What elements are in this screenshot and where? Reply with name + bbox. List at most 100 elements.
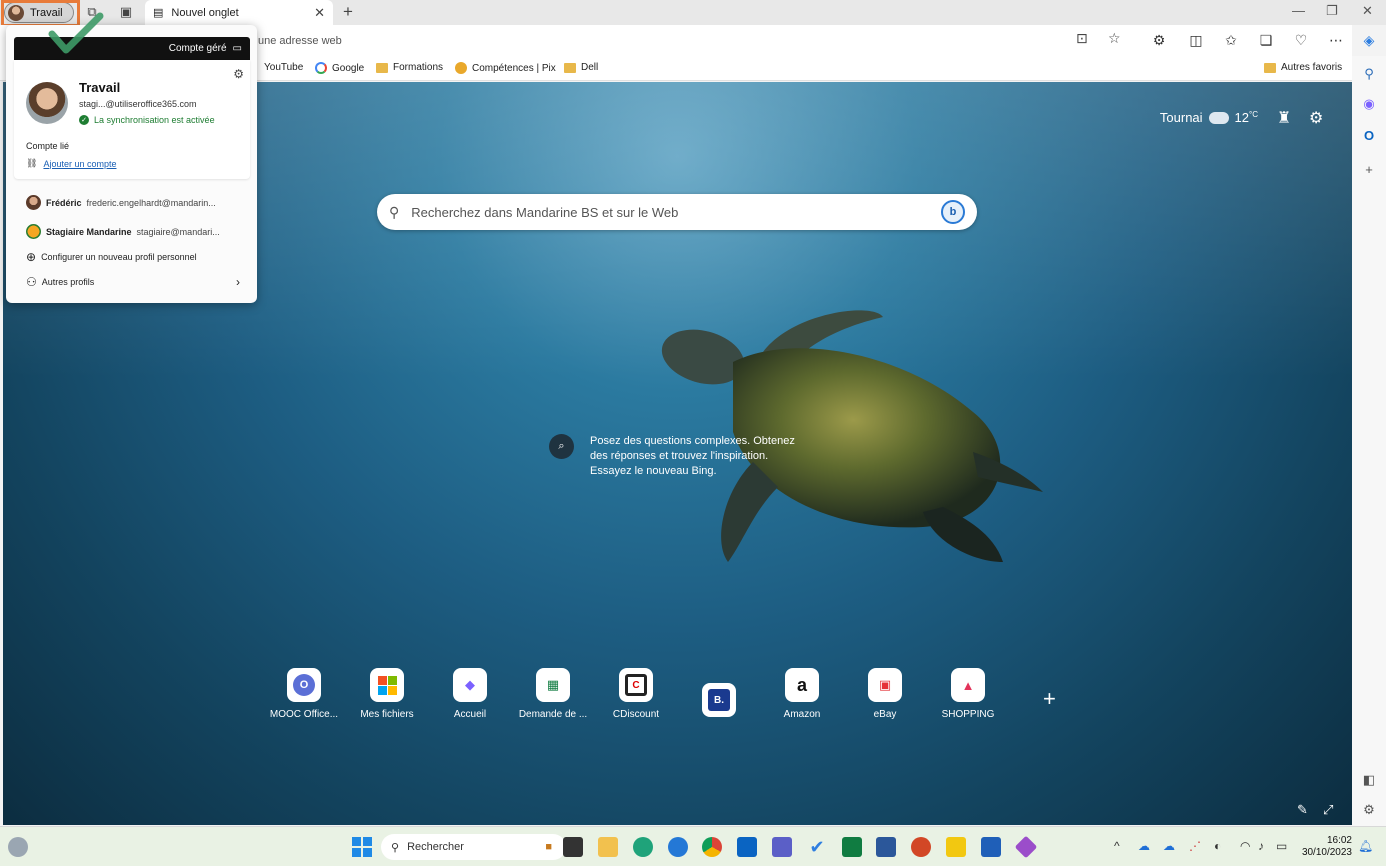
folder-icon [376, 62, 388, 73]
more-icon[interactable]: ⋯ [1327, 31, 1345, 49]
store-icon[interactable] [981, 837, 1001, 857]
favorite-google[interactable]: Google [315, 62, 364, 74]
quick-link-label: Mes fichiers [360, 709, 414, 720]
ebay-icon: ▣ [868, 668, 902, 702]
file-explorer-icon[interactable] [598, 837, 618, 857]
rewards-icon[interactable]: ♜ [1277, 108, 1291, 128]
bing-chat-icon[interactable]: b [941, 200, 965, 224]
taskbar-search-placeholder: Rechercher [407, 841, 464, 853]
quick-link-label: CDiscount [612, 709, 660, 720]
collections-icon[interactable]: ❏ [1257, 31, 1275, 49]
quick-link-demande[interactable]: ▦ Demande de ... [513, 668, 593, 720]
add-account-label: Ajouter un compte [43, 158, 117, 169]
profile-row-email: frederic.engelhardt@mandarin... [86, 197, 216, 208]
quick-link-amazon[interactable]: a Amazon [762, 668, 842, 720]
search-input[interactable]: Recherchez dans Mandarine BS et sur le W… [411, 205, 678, 220]
other-favorites[interactable]: Autres favoris [1264, 62, 1342, 73]
extensions-icon[interactable]: ⚙ [1150, 31, 1168, 49]
profile-row-name: Stagiaire Mandarine [46, 226, 132, 237]
quick-link-cdiscount[interactable]: C CDiscount [596, 668, 676, 720]
favorite-pix[interactable]: Compétences | Pix [455, 62, 556, 74]
split-screen-icon[interactable]: ◫ [1187, 31, 1205, 49]
quick-link-mes-fichiers[interactable]: Mes fichiers [347, 668, 427, 720]
quick-link-ebay[interactable]: ▣ eBay [845, 668, 925, 720]
favorite-star-icon[interactable]: ☆ [1108, 30, 1121, 47]
copilot-icon[interactable]: ◈ [1360, 31, 1378, 49]
new-profile-row[interactable]: ⊕ Configurer un nouveau profil personnel [26, 250, 197, 264]
copilot-sidebar-icon[interactable]: ◉ [1361, 96, 1377, 112]
volume-icon[interactable]: ♪ [1258, 839, 1264, 853]
favorite-youtube[interactable]: YouTube [264, 62, 303, 73]
quick-link-label: SHOPPING [941, 709, 995, 720]
app-tray-icon[interactable]: ⋰ [1189, 839, 1201, 853]
hide-sidebar-icon[interactable]: ◧ [1361, 772, 1377, 788]
address-bar[interactable]: une adresse web ⊡ ☆ [250, 28, 1130, 53]
widgets-icon[interactable] [8, 837, 28, 857]
immersive-reader-icon[interactable]: ⊡ [1076, 30, 1088, 47]
wifi-icon[interactable]: ◠ [1240, 839, 1250, 853]
edge-icon[interactable] [668, 837, 688, 857]
bing-prompt[interactable]: ⌕ Posez des questions complexes. Obtenez… [549, 434, 795, 479]
taskbar-search[interactable]: ⚲ Rechercher ■ [381, 834, 566, 860]
tab-new[interactable]: ▤ Nouvel onglet ✕ [145, 0, 333, 25]
excel-icon[interactable] [842, 837, 862, 857]
onedrive-work-icon[interactable]: ☁ [1163, 839, 1175, 853]
favorite-label: Formations [393, 62, 444, 73]
word-icon[interactable] [876, 837, 896, 857]
profile-name: Travail [79, 80, 121, 95]
notifications-icon[interactable]: 🔔︎ [1358, 839, 1373, 853]
show-hidden-icons[interactable]: ^ [1114, 839, 1120, 853]
teams-icon[interactable] [772, 837, 792, 857]
fullscreen-icon[interactable]: ⤢ [1323, 802, 1333, 818]
add-account-link[interactable]: ⛓ Ajouter un compte [26, 158, 116, 169]
outlook-icon[interactable]: O [1361, 128, 1377, 144]
weather-city: Tournai [1159, 110, 1203, 125]
profile-avatar [26, 82, 68, 124]
onenote-icon[interactable] [1014, 835, 1038, 859]
browser-essentials-icon[interactable]: ♡ [1292, 31, 1310, 49]
search-icon[interactable]: ⚲ [1361, 66, 1377, 82]
quick-link-accueil[interactable]: ◆ Accueil [430, 668, 510, 720]
profile-row-frederic[interactable]: Frédéric frederic.engelhardt@mandarin... [26, 195, 216, 210]
page-settings-icon[interactable]: ⚙ [1309, 108, 1323, 128]
favorites-icon[interactable]: ✩ [1222, 31, 1240, 49]
quick-link-shopping[interactable]: ▲ SHOPPING [928, 668, 1008, 720]
app-g-icon[interactable]: ◐ [1214, 839, 1221, 853]
chrome-icon[interactable] [702, 837, 722, 857]
quick-link-label: Accueil [453, 709, 487, 720]
quick-link-booking[interactable]: B. [679, 683, 759, 724]
outlook-taskbar-icon[interactable] [737, 837, 757, 857]
powerbi-icon[interactable] [946, 837, 966, 857]
add-sidebar-app-icon[interactable]: + [1361, 162, 1377, 178]
minimize-icon[interactable]: — [1292, 3, 1305, 18]
tab-actions-icon[interactable]: ▣ [118, 4, 134, 20]
link-icon: ⛓ [26, 158, 38, 168]
other-favorites-label: Autres favoris [1281, 62, 1343, 73]
favorite-formations[interactable]: Formations [376, 62, 443, 73]
add-quick-link-icon[interactable]: + [1043, 686, 1056, 712]
task-view-icon[interactable] [563, 837, 583, 857]
taskbar: ⚲ Rechercher ■ ✔ ^ ☁ ☁ ⋰ ◐ ◠ ♪ ▭ 16:02 3… [0, 826, 1386, 866]
chevron-right-icon: › [236, 275, 240, 289]
other-profiles-row[interactable]: ⚇ Autres profils › [26, 275, 240, 289]
edit-background-icon[interactable]: ✎ [1297, 802, 1308, 818]
clock-date: 30/10/2023 [1301, 847, 1352, 858]
profile-settings-icon[interactable]: ⚙ [233, 67, 244, 81]
close-tab-icon[interactable]: ✕ [314, 5, 325, 21]
new-tab-icon[interactable]: + [340, 2, 356, 21]
todo-icon[interactable]: ✔ [807, 837, 827, 857]
edge-work-icon[interactable] [633, 837, 653, 857]
start-icon[interactable] [352, 837, 372, 857]
powerpoint-icon[interactable] [911, 837, 931, 857]
search-box[interactable]: ⚲ Recherchez dans Mandarine BS et sur le… [377, 194, 977, 230]
battery-icon[interactable]: ▭ [1276, 839, 1287, 853]
weather-widget[interactable]: Tournai 12 °C [1159, 106, 1258, 125]
sidebar-settings-icon[interactable]: ⚙ [1361, 802, 1377, 818]
close-window-icon[interactable]: ✕ [1362, 3, 1373, 19]
profile-row-stagiaire[interactable]: Stagiaire Mandarine stagiaire@mandari... [26, 224, 220, 239]
quick-link-mooc[interactable]: O MOOC Office... [264, 668, 344, 720]
clock[interactable]: 16:02 30/10/2023 [1302, 835, 1352, 859]
onedrive-icon[interactable]: ☁ [1138, 839, 1150, 853]
favorite-dell[interactable]: Dell [564, 62, 598, 73]
restore-icon[interactable]: ❐ [1326, 3, 1338, 19]
